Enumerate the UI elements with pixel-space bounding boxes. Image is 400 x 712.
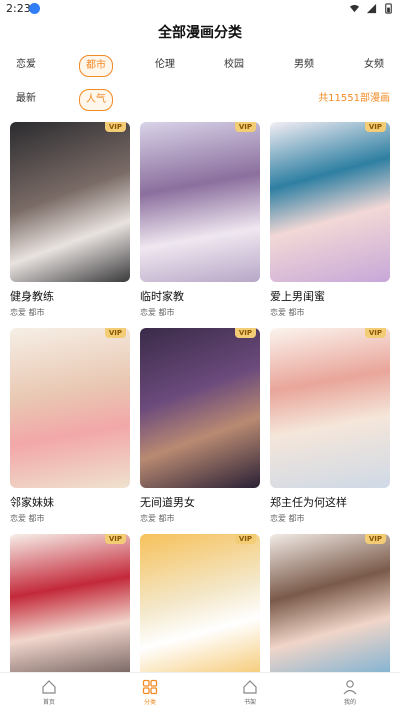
- vip-badge: VIP: [104, 122, 126, 132]
- vip-badge: VIP: [104, 328, 126, 338]
- comic-tags: 恋爱 都市: [140, 308, 175, 317]
- nav-bookshelf-label: 书架: [243, 699, 256, 706]
- total-count: 共11551部漫画: [318, 93, 390, 104]
- comic-cover[interactable]: [270, 328, 390, 488]
- filter-urban[interactable]: 都市: [79, 55, 113, 77]
- sort-latest[interactable]: 最新: [10, 89, 42, 109]
- comic-title[interactable]: 无间道男女: [140, 494, 195, 510]
- nav-profile-label: 我的: [343, 699, 356, 706]
- comic-cover[interactable]: [140, 328, 260, 488]
- status-time: 2:23: [6, 2, 31, 15]
- bottom-nav: 首页 分类 书架 我的: [0, 672, 400, 712]
- comic-tags: 恋爱 都市: [10, 308, 45, 317]
- wifi-icon: [349, 4, 360, 13]
- comic-cover[interactable]: [140, 534, 260, 694]
- comic-cover[interactable]: [270, 534, 390, 694]
- nav-category-label: 分类: [143, 699, 156, 706]
- sort-filter-row: 最新 人气 共11551部漫画: [0, 89, 400, 111]
- comic-title[interactable]: 郑主任为何这样: [270, 494, 347, 510]
- comic-cover[interactable]: [270, 122, 390, 282]
- nav-profile[interactable]: 我的: [325, 679, 375, 706]
- sort-popular[interactable]: 人气: [79, 89, 113, 111]
- comic-title[interactable]: 邻家妹妹: [10, 494, 54, 510]
- filter-romance[interactable]: 恋爱: [10, 55, 42, 75]
- vip-badge: VIP: [364, 534, 386, 544]
- profile-icon: [343, 680, 357, 695]
- filter-ethics[interactable]: 伦理: [149, 55, 181, 75]
- nav-bookshelf[interactable]: 书架: [225, 679, 275, 706]
- signal-icon: [366, 3, 377, 14]
- vip-badge: VIP: [234, 534, 256, 544]
- comic-cover[interactable]: [140, 122, 260, 282]
- comic-tags: 恋爱 都市: [140, 514, 175, 523]
- filter-campus[interactable]: 校园: [218, 55, 250, 75]
- home-icon: [42, 680, 56, 694]
- nav-home-label: 首页: [42, 699, 55, 706]
- vip-badge: VIP: [364, 122, 386, 132]
- vip-badge: VIP: [234, 122, 256, 132]
- status-bar: 2:23: [0, 0, 400, 18]
- nav-home[interactable]: 首页: [24, 679, 74, 706]
- bookshelf-icon: [243, 680, 257, 694]
- comic-cover[interactable]: [10, 328, 130, 488]
- filter-male[interactable]: 男频: [288, 55, 320, 75]
- vip-badge: VIP: [234, 328, 256, 338]
- vip-badge: VIP: [364, 328, 386, 338]
- comic-title[interactable]: 爱上男闺蜜: [270, 288, 325, 304]
- comic-title[interactable]: 健身教练: [10, 288, 54, 304]
- comic-cover[interactable]: [10, 122, 130, 282]
- vip-badge: VIP: [104, 534, 126, 544]
- battery-icon: [385, 3, 392, 14]
- notification-icon: [29, 3, 40, 14]
- nav-category[interactable]: 分类: [125, 679, 175, 706]
- filter-female[interactable]: 女频: [358, 55, 390, 75]
- comic-cover[interactable]: [10, 534, 130, 694]
- comic-title[interactable]: 临时家教: [140, 288, 184, 304]
- category-filter-row: 恋爱 都市 伦理 校园 男频 女频: [0, 55, 400, 77]
- category-icon: [142, 679, 158, 695]
- comic-tags: 恋爱 都市: [270, 308, 305, 317]
- comic-tags: 恋爱 都市: [270, 514, 305, 523]
- comic-tags: 恋爱 都市: [10, 514, 45, 523]
- page-title: 全部漫画分类: [158, 25, 242, 41]
